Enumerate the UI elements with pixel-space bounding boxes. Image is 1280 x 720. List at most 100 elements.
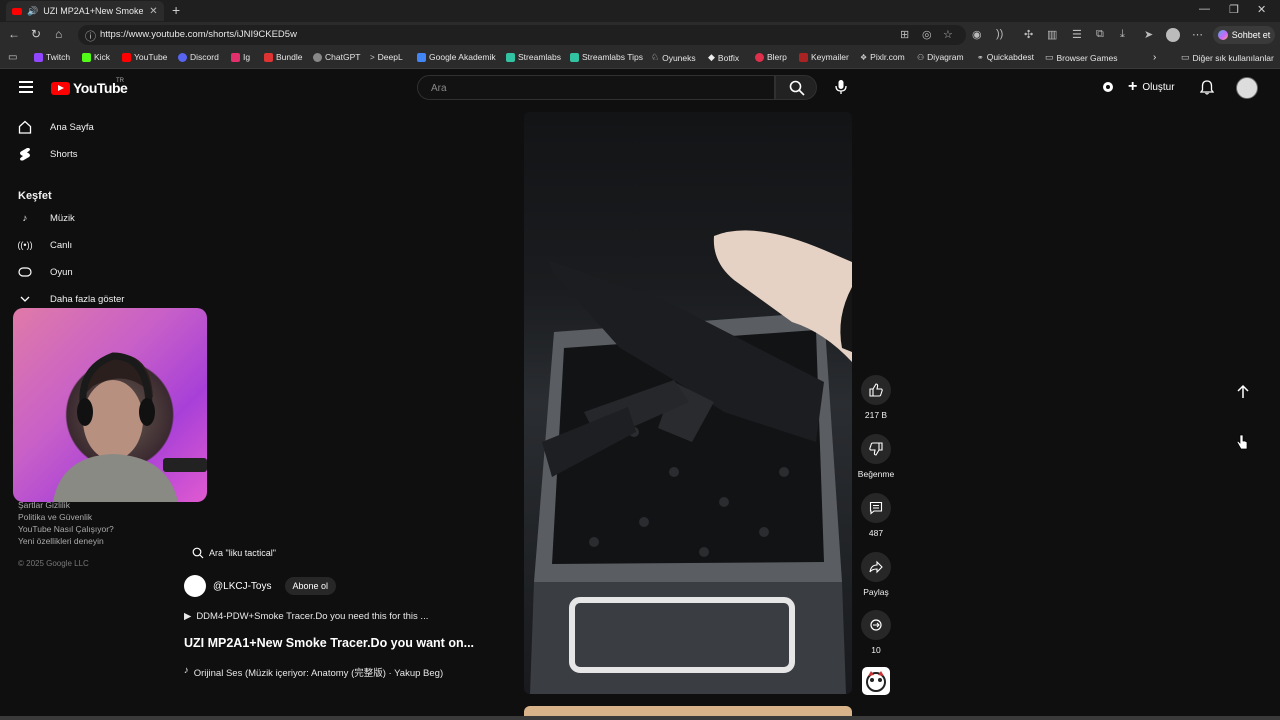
bookmark-diyagram[interactable]: ⚇ Diyagram: [917, 52, 964, 62]
like-button[interactable]: [861, 375, 891, 405]
channel-avatar[interactable]: [184, 575, 206, 597]
extension-icon[interactable]: ◉: [972, 28, 982, 41]
plus-icon: +: [1128, 78, 1138, 95]
folder-icon: ▭: [1181, 52, 1190, 62]
bookmark-blerp[interactable]: Blerp: [755, 52, 787, 62]
short-title[interactable]: UZI MP2A1+New Smoke Tracer.Do you want o…: [184, 636, 484, 650]
search-box[interactable]: [417, 75, 775, 100]
copilot-icon: [1217, 30, 1228, 40]
subscribe-button[interactable]: Abone ol: [284, 577, 337, 595]
tab-title: UZI MP2A1+New Smoke Tra: [43, 6, 144, 16]
shorts-video-player[interactable]: [524, 112, 852, 694]
sound-link[interactable]: ♪ Orijinal Ses (Müzik içeriyor: Anatomy …: [184, 665, 443, 679]
extensions-puzzle-icon[interactable]: ✣: [1024, 28, 1033, 41]
split-screen-icon[interactable]: ▥: [1047, 28, 1057, 41]
browser-tab[interactable]: 🔊 UZI MP2A1+New Smoke Tra ✕: [6, 1, 164, 21]
bookmark-streamlabs-tips[interactable]: Streamlabs Tips: [570, 52, 643, 62]
home-browser-icon[interactable]: ⌂: [55, 27, 62, 41]
bookmark-oyuneks[interactable]: ♘ Oyuneks: [651, 52, 696, 63]
close-window-button[interactable]: ✕: [1257, 3, 1266, 16]
notifications-bell-icon[interactable]: [1199, 80, 1215, 100]
bookmark-botfix[interactable]: ◆ Botfix: [708, 52, 739, 63]
browser-profile-avatar[interactable]: [1166, 28, 1180, 42]
bookmark-keymailer[interactable]: Keymailer: [799, 52, 849, 62]
bookmark-youtube[interactable]: YouTube: [122, 52, 167, 62]
search-icon: [192, 547, 204, 559]
create-camera-icon[interactable]: [1101, 80, 1115, 99]
more-options-icon[interactable]: ⋯: [1192, 28, 1203, 41]
bookmark-quickabdest[interactable]: ⚭ Quickabdest: [977, 52, 1034, 62]
site-info-icon[interactable]: ⓘ: [85, 28, 96, 44]
botfix-icon: ◆: [708, 52, 715, 62]
streamlabs-icon: [506, 52, 515, 62]
search-input[interactable]: [429, 82, 753, 95]
remix-count: 10: [871, 645, 881, 655]
close-tab-icon[interactable]: ✕: [149, 6, 157, 17]
other-bookmarks[interactable]: ▭ Diğer sık kullanılanlar: [1181, 52, 1274, 63]
deepl-icon: >: [370, 52, 375, 62]
account-avatar[interactable]: [1236, 77, 1258, 99]
sidebar-item-music[interactable]: ♪ Müzik: [18, 211, 75, 225]
create-button[interactable]: + Oluştur: [1128, 78, 1175, 96]
speaker-icon[interactable]: 🔊: [27, 6, 38, 17]
bookmark-browser-games[interactable]: ▭ Browser Games: [1045, 52, 1117, 63]
bookmark-deepl[interactable]: > DeepL: [370, 52, 403, 62]
sidebar-item-shorts[interactable]: Shorts: [18, 147, 77, 161]
bookmarks-overflow-chevron-icon[interactable]: ›: [1153, 52, 1156, 63]
footer-copyright: © 2025 Google LLC: [18, 559, 89, 568]
dislike-button[interactable]: [861, 434, 891, 464]
footer-new-features[interactable]: Yeni özellikleri deneyin: [18, 536, 104, 546]
live-icon: ((•)): [17, 240, 33, 250]
channel-name[interactable]: @LKCJ-Toys: [213, 581, 272, 592]
bookmark-twitch[interactable]: Twitch: [34, 52, 70, 62]
bookmark-ig[interactable]: Ig: [231, 52, 250, 62]
app-available-icon[interactable]: ⊞: [900, 28, 909, 41]
footer-how-youtube-works[interactable]: YouTube Nasıl Çalışıyor?: [18, 524, 114, 534]
search-button[interactable]: [775, 75, 817, 100]
back-icon[interactable]: ←: [8, 27, 20, 41]
bookmark-google-akademik[interactable]: Google Akademik: [417, 52, 496, 62]
url-text[interactable]: https://www.youtube.com/shorts/iJNI9CKED…: [100, 29, 297, 40]
bookmark-discord[interactable]: Discord: [178, 52, 219, 62]
keymailer-icon: [799, 52, 808, 62]
new-tab-button[interactable]: +: [172, 2, 180, 18]
favorite-star-icon[interactable]: ☆: [943, 28, 953, 41]
favorites-icon[interactable]: ☰: [1072, 28, 1082, 41]
diagram-icon: ⚇: [917, 52, 925, 62]
refresh-icon[interactable]: ↻: [31, 27, 41, 41]
twitch-icon: [34, 52, 43, 62]
kick-icon: [82, 52, 91, 62]
related-video-text: DDM4-PDW+Smoke Tracer.Do you need this f…: [196, 611, 429, 622]
previous-short-button[interactable]: [1233, 382, 1253, 402]
minimize-button[interactable]: —: [1199, 3, 1210, 15]
bookmark-streamlabs[interactable]: Streamlabs: [506, 52, 561, 62]
related-search-suggestion[interactable]: Ara "liku tactical": [192, 547, 276, 559]
downloads-icon[interactable]: ⤓: [1120, 28, 1125, 41]
maximize-button[interactable]: ❐: [1229, 3, 1239, 16]
collections-bar-icon[interactable]: ▭: [8, 52, 17, 63]
tracking-icon[interactable]: ◎: [922, 28, 932, 41]
sidebar-item-live[interactable]: ((•)) Canlı: [17, 238, 72, 252]
folder-icon: ▭: [1045, 52, 1054, 62]
hamburger-menu-icon[interactable]: [19, 81, 33, 93]
sidebar-item-home[interactable]: Ana Sayfa: [18, 120, 94, 134]
related-video-link[interactable]: ▶ DDM4-PDW+Smoke Tracer.Do you need this…: [184, 611, 428, 622]
bookmark-chatgpt[interactable]: ChatGPT: [313, 52, 360, 62]
bookmark-bundle[interactable]: Bundle: [264, 52, 302, 62]
voice-search-button[interactable]: [830, 76, 852, 98]
copilot-chat-button[interactable]: Sohbet et: [1213, 26, 1275, 44]
bundle-icon: [264, 52, 273, 62]
bookmark-kick[interactable]: Kick: [82, 52, 110, 62]
sidebar-item-show-more[interactable]: Daha fazla göster: [18, 292, 124, 306]
remix-button[interactable]: [861, 610, 891, 640]
sidebar-item-gaming[interactable]: Oyun: [18, 265, 73, 279]
bookmark-pixlr[interactable]: ❖ Pixlr.com: [860, 52, 905, 62]
comments-button[interactable]: [861, 493, 891, 523]
collections-icon[interactable]: ⧉: [1096, 28, 1104, 41]
footer-policy-safety[interactable]: Politika ve Güvenlik: [18, 512, 92, 522]
send-icon[interactable]: ➤: [1144, 28, 1153, 41]
sound-channel-thumbnail[interactable]: [862, 667, 890, 695]
thumbs-up-icon: [869, 383, 883, 397]
read-aloud-icon[interactable]: )): [996, 28, 1003, 40]
share-button[interactable]: [861, 552, 891, 582]
